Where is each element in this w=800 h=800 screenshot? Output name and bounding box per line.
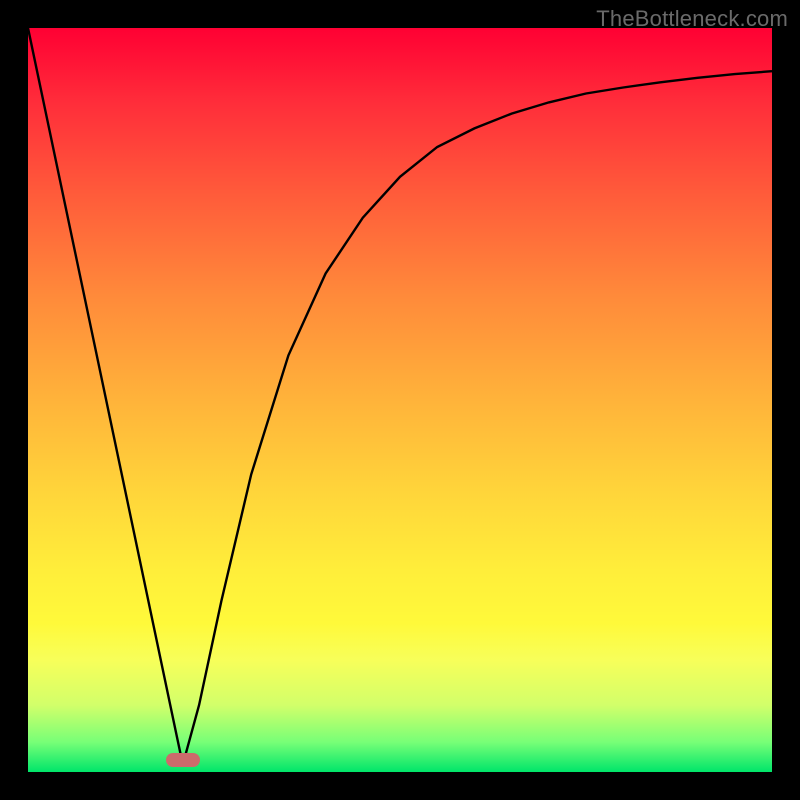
- bottleneck-curve: [28, 28, 772, 772]
- watermark-label: TheBottleneck.com: [596, 6, 788, 32]
- chart-frame: TheBottleneck.com: [0, 0, 800, 800]
- plot-area: [28, 28, 772, 772]
- minimum-marker: [166, 753, 200, 767]
- curve-line: [28, 28, 772, 765]
